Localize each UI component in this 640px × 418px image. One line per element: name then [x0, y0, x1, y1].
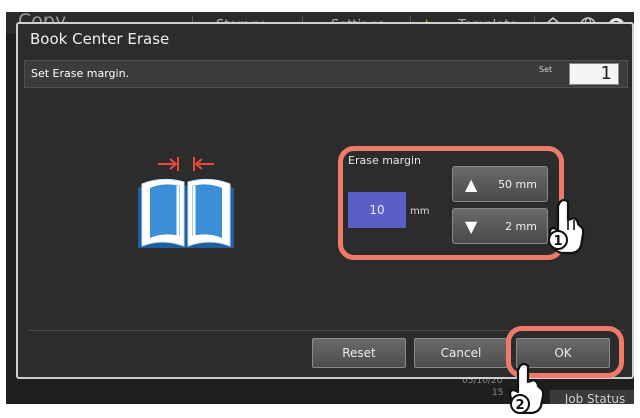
highlight-erase-margin: [338, 146, 564, 260]
set-label: Set: [539, 65, 553, 74]
dialog-title: Book Center Erase: [30, 30, 170, 48]
message-bar: Set Erase margin. Set 1: [24, 60, 628, 88]
tap-hand-2-icon: 2: [498, 362, 548, 418]
callout-2: 2: [515, 398, 524, 413]
callout-1: 1: [553, 234, 562, 249]
message-text: Set Erase margin.: [31, 67, 130, 80]
reset-button[interactable]: Reset: [312, 338, 406, 368]
set-value: 1: [569, 63, 619, 85]
book-center-erase-illustration-icon: [132, 148, 242, 252]
cancel-button[interactable]: Cancel: [414, 338, 508, 368]
tap-hand-1-icon: 1: [546, 196, 586, 260]
job-status-button[interactable]: Job Status: [550, 390, 634, 404]
book-center-erase-dialog: Book Center Erase Set Erase margin. Set …: [16, 22, 634, 379]
